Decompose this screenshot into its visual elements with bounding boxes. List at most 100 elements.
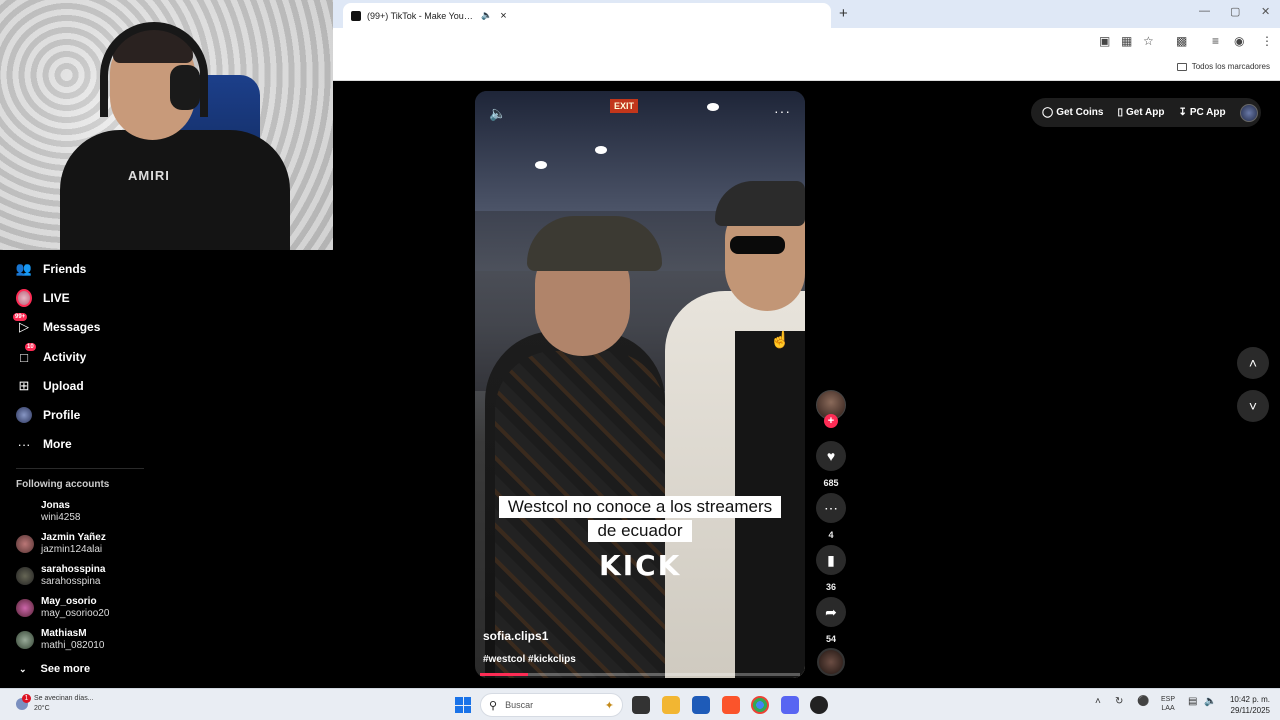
tray-overflow-icon[interactable]: ˄ xyxy=(1095,696,1101,707)
search-icon: ⚲ xyxy=(489,699,498,712)
following-account[interactable]: May_osorio may_osorioo20 xyxy=(16,596,109,620)
coin-icon: ◯ xyxy=(1042,107,1054,118)
following-account[interactable]: sarahosspina sarahosspina xyxy=(16,564,105,588)
caption-line-1: Westcol no conoce a los streamers xyxy=(475,496,805,518)
heart-icon: ♥ xyxy=(816,441,846,471)
sidebar-item-label: Profile xyxy=(43,408,81,422)
ceiling-light xyxy=(595,146,607,154)
caption-line-2: de ecuador xyxy=(475,520,805,542)
account-handle: jazmin124alai xyxy=(41,544,103,555)
menu-icon[interactable]: ⋮ xyxy=(1261,34,1273,48)
sidebar-divider xyxy=(16,468,144,469)
speaker-icon[interactable]: 🔈 xyxy=(481,10,492,21)
language-indicator[interactable]: ESP LAA xyxy=(1161,695,1175,713)
system-clock[interactable]: 10:42 p. m. 29/11/2025 xyxy=(1230,694,1270,716)
taskbar-search-input[interactable]: ⚲ Buscar ✦ xyxy=(480,693,623,717)
shirt-logo: AMIRI xyxy=(128,168,170,183)
video-progress-fill xyxy=(480,673,528,676)
sidebar-item-label: More xyxy=(43,437,72,451)
sync-icon[interactable]: ↻ xyxy=(1115,696,1123,707)
following-account[interactable]: Jonas wini4258 xyxy=(16,500,80,524)
store-icon[interactable] xyxy=(692,696,710,714)
pc-app-button[interactable]: ↧ PC App xyxy=(1178,107,1225,118)
minimize-icon[interactable]: — xyxy=(1199,5,1210,17)
cap-left xyxy=(527,216,662,271)
save-button[interactable]: ▮ 36 xyxy=(816,545,846,592)
profile-avatar-icon[interactable]: ◉ xyxy=(1234,34,1244,48)
get-coins-button[interactable]: ◯ Get Coins xyxy=(1042,107,1103,118)
tab-title: (99+) TikTok - Make Your D... xyxy=(367,10,475,21)
clock-time: 10:42 p. m. xyxy=(1229,695,1270,704)
sidebar-item-more[interactable]: ··· More xyxy=(16,433,72,455)
sidebar-item-messages[interactable]: ▷ 99+ Messages xyxy=(13,313,100,338)
comment-button[interactable]: ⋯ 4 xyxy=(816,493,846,540)
previous-video-button[interactable]: ˄ xyxy=(1237,347,1269,379)
close-tab-icon[interactable]: × xyxy=(500,10,506,22)
get-app-button[interactable]: ▯ Get App xyxy=(1117,107,1164,118)
all-bookmarks[interactable]: Todos los marcadores xyxy=(1176,62,1270,71)
music-disc-avatar[interactable] xyxy=(817,648,845,676)
maximize-icon[interactable]: ▢ xyxy=(1230,5,1240,18)
account-name: Jazmin Yañez xyxy=(41,532,106,543)
user-avatar[interactable] xyxy=(1239,103,1258,122)
folder-icon xyxy=(1176,62,1187,71)
discord-icon[interactable] xyxy=(781,696,799,714)
new-tab-button[interactable]: + xyxy=(839,5,848,22)
avatar xyxy=(16,503,34,521)
sidebar-item-label: Upload xyxy=(43,379,84,393)
video-author[interactable]: sofia.clips1 xyxy=(483,629,548,643)
following-account[interactable]: MathiasM mathi_082010 xyxy=(16,628,104,652)
weather-icon: 1 xyxy=(16,694,31,710)
account-handle: may_osorioo20 xyxy=(41,608,110,619)
get-coins-label: Get Coins xyxy=(1056,107,1104,118)
follow-plus-icon[interactable]: + xyxy=(824,414,838,428)
sidebar-item-friends[interactable]: 👥 Friends xyxy=(16,258,86,280)
chrome-icon[interactable] xyxy=(751,696,769,714)
sidebar-item-profile[interactable]: Profile xyxy=(16,404,80,426)
see-more-button[interactable]: ⌄ See more xyxy=(19,663,90,675)
sidebar-item-upload[interactable]: ⊞ Upload xyxy=(16,375,84,397)
sidebar-item-live[interactable]: LIVE xyxy=(16,287,70,309)
sidebar-item-activity[interactable]: □ 10 Activity xyxy=(16,343,86,368)
pc-app-label: PC App xyxy=(1189,107,1226,118)
ceiling-light xyxy=(535,161,547,169)
weather-widget[interactable]: 1 Se avecinan días... 20°C xyxy=(16,694,94,714)
account-name: sarahosspina xyxy=(41,564,106,575)
brave-browser-icon[interactable] xyxy=(722,696,740,714)
volume-icon[interactable]: 🔈 xyxy=(489,105,506,122)
more-options-icon[interactable]: ··· xyxy=(774,103,791,119)
share-button[interactable]: ➦ 54 xyxy=(816,597,846,644)
network-icon[interactable]: ▤ xyxy=(1188,696,1197,707)
install-app-icon[interactable]: ▣ xyxy=(1099,34,1110,48)
translate-icon[interactable]: ▦ xyxy=(1121,34,1132,48)
caption-text: de ecuador xyxy=(588,520,692,542)
caption-text: Westcol no conoce a los streamers xyxy=(498,496,782,518)
activity-badge: 10 xyxy=(25,343,36,351)
task-view-icon[interactable] xyxy=(632,696,650,714)
next-video-button[interactable]: ˅ xyxy=(1237,390,1269,422)
reading-list-icon[interactable]: ≡ xyxy=(1212,34,1219,48)
avatar xyxy=(16,599,34,617)
start-windows-icon[interactable] xyxy=(455,697,471,713)
video-progress-bar[interactable] xyxy=(480,673,800,676)
kick-watermark: KICK xyxy=(599,549,682,582)
like-button[interactable]: ♥ 685 xyxy=(816,441,846,488)
streamer-shirt xyxy=(60,130,290,250)
video-hashtags[interactable]: #westcol #kickclips xyxy=(483,654,576,665)
window-close-icon[interactable]: ✕ xyxy=(1261,5,1270,18)
app-icon[interactable] xyxy=(810,696,828,714)
extensions-icon[interactable]: ▩ xyxy=(1176,34,1187,48)
file-explorer-icon[interactable] xyxy=(662,696,680,714)
following-account[interactable]: Jazmin Yañez jazmin124alai xyxy=(16,532,106,556)
bookmark-star-icon[interactable]: ☆ xyxy=(1143,34,1154,48)
activity-icon: □ 10 xyxy=(20,343,36,365)
video-player[interactable]: EXIT 🔈 ··· Westcol no conoce a los strea… xyxy=(475,91,805,678)
microphone-icon[interactable]: ⚫ xyxy=(1137,696,1149,707)
avatar xyxy=(16,631,34,649)
share-count: 54 xyxy=(825,634,836,644)
browser-tab[interactable]: (99+) TikTok - Make Your D... 🔈 × xyxy=(343,3,831,28)
volume-tray-icon[interactable]: 🔈 xyxy=(1204,696,1216,707)
chevron-down-icon: ˅ xyxy=(1248,398,1258,414)
account-name: May_osorio xyxy=(41,596,97,607)
profile-icon xyxy=(16,407,32,423)
